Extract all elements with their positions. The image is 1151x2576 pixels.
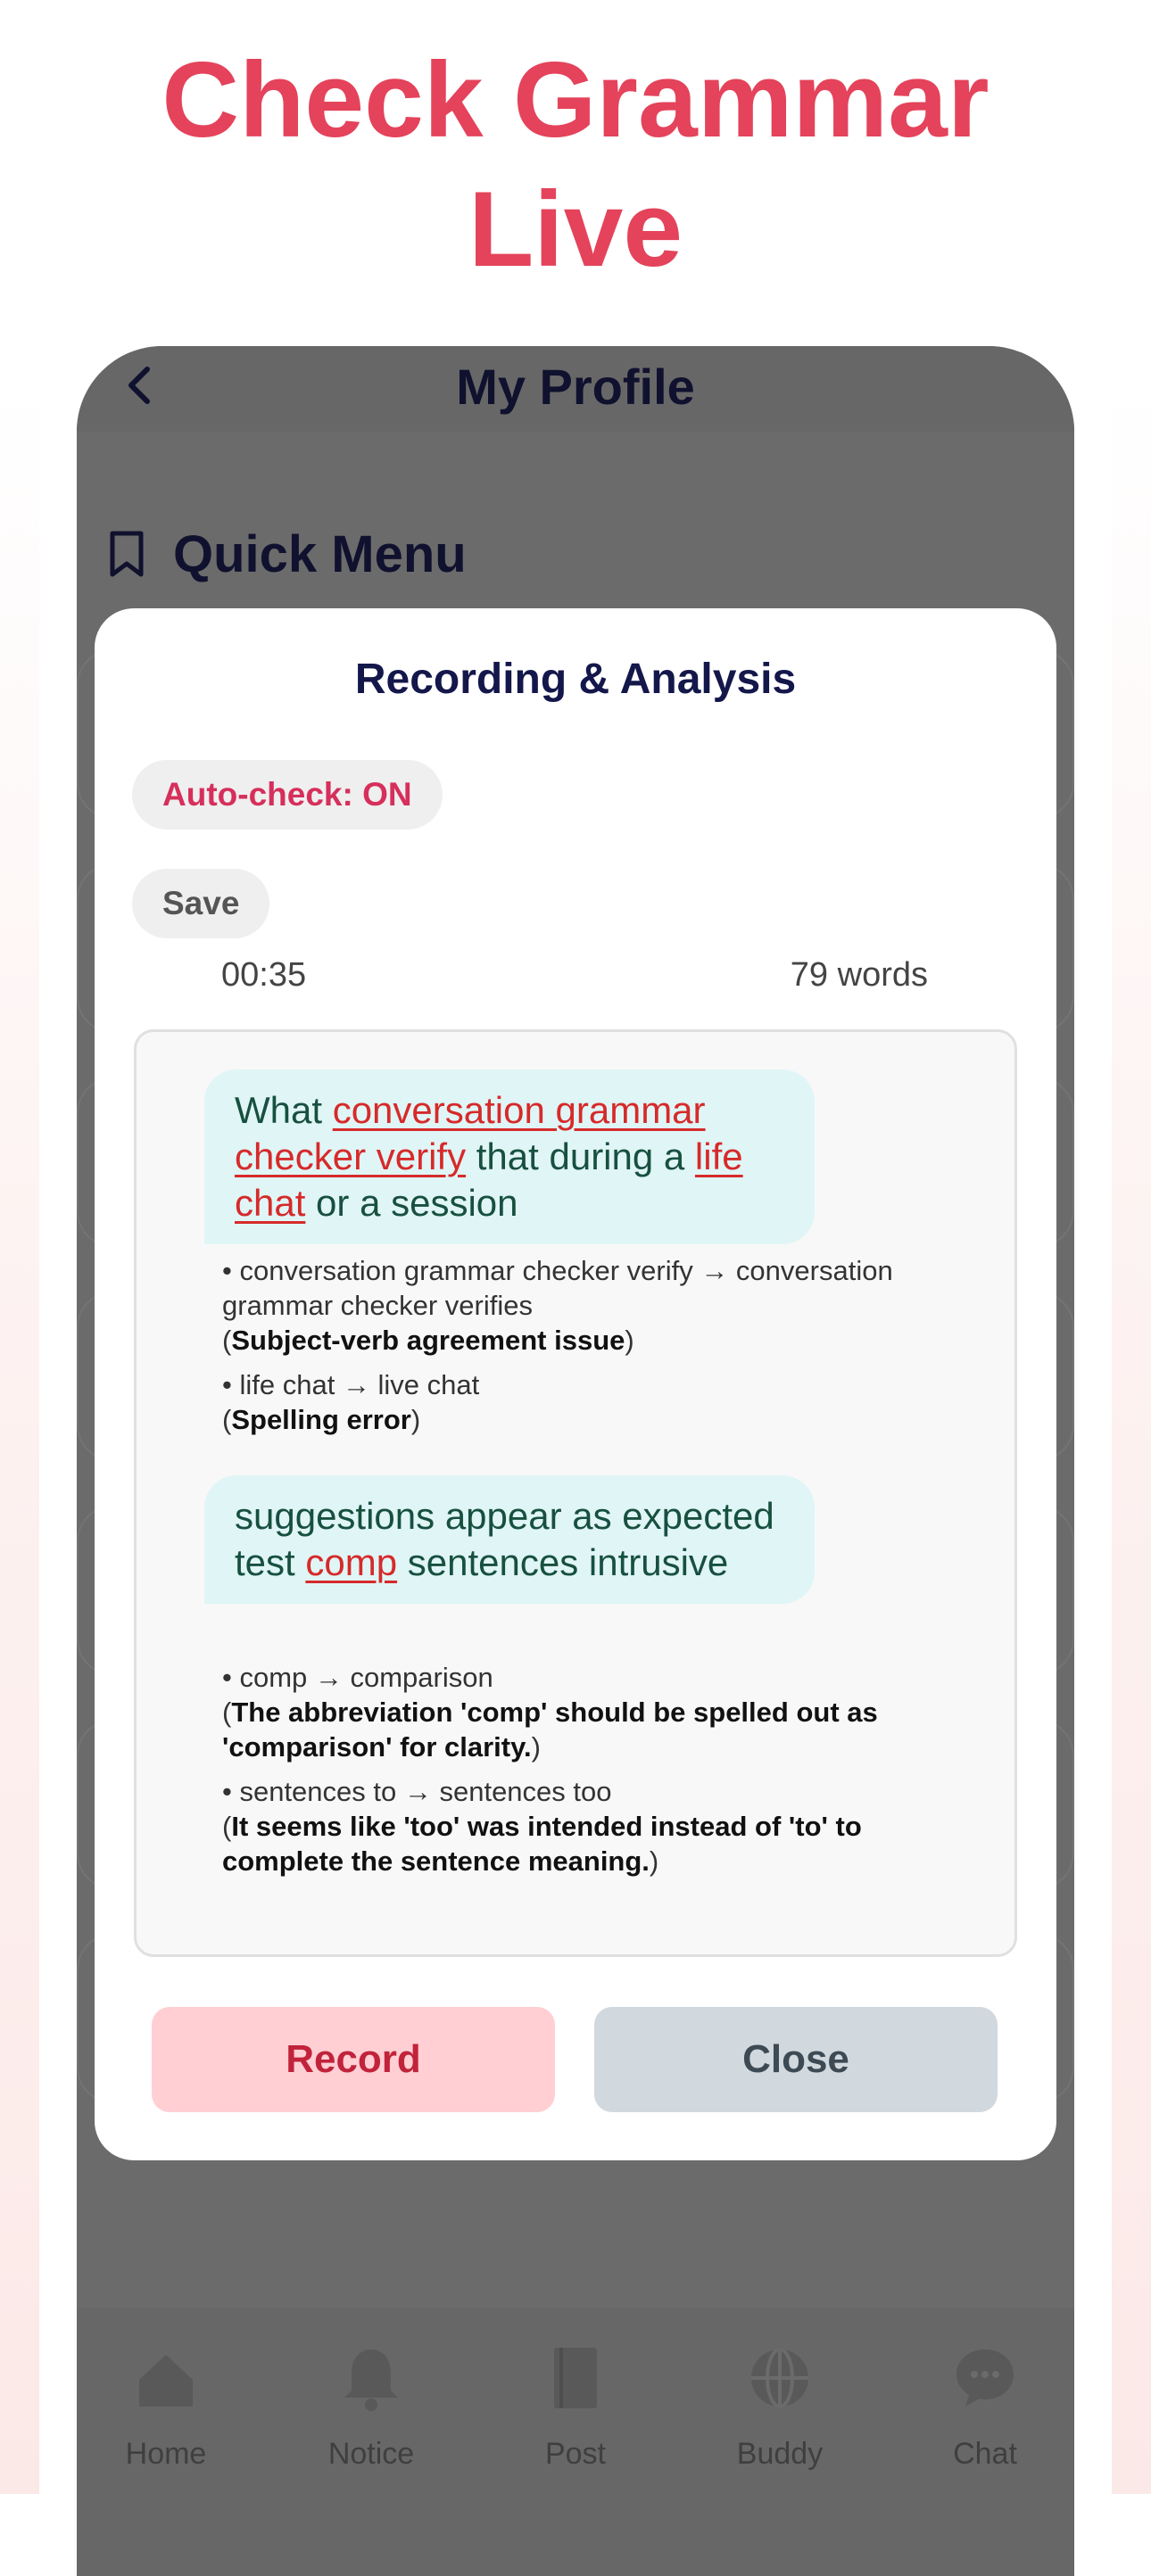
correction-reason: Spelling error [231, 1404, 411, 1435]
correction-item: • life chat → live chat (Spelling error) [222, 1369, 480, 1435]
transcript-text: or a session [305, 1182, 518, 1224]
recording-analysis-dialog: Recording & Analysis Auto-check: ON Save… [95, 608, 1056, 2160]
recording-timer: 00:35 [221, 956, 307, 994]
chat-bubble-icon [956, 2349, 1014, 2407]
background-tint-left [0, 384, 39, 2494]
nav-item-notice[interactable]: Notice [300, 2344, 443, 2472]
transcript-text: that during a [466, 1135, 695, 1177]
promo-headline-line2: Live [468, 169, 683, 289]
transcript-bubble: What conversation grammar checker verify… [204, 1069, 815, 1244]
page-title: My Profile [456, 359, 695, 415]
record-button[interactable]: Record [152, 2007, 555, 2112]
correction-reason: Subject-verb agreement issue [231, 1325, 625, 1356]
correction-change: • comp → comparison [222, 1662, 493, 1693]
globe-icon [751, 2348, 808, 2408]
auto-check-toggle[interactable]: Auto-check: ON [132, 760, 443, 830]
nav-item-home[interactable]: Home [95, 2344, 237, 2472]
quick-menu-label: Quick Menu [173, 525, 467, 583]
correction-item: • sentences to → sentences too (It seems … [222, 1776, 862, 1877]
correction-reason: It seems like 'too' was intended instead… [222, 1811, 862, 1877]
nav-item-buddy[interactable]: Buddy [708, 2344, 851, 2472]
nav-item-chat[interactable]: Chat [914, 2344, 1056, 2472]
transcript-text: sentences intrusive [397, 1541, 729, 1583]
transcript-bubble: suggestions appear as expected test comp… [204, 1475, 815, 1604]
transcript-panel[interactable]: What conversation grammar checker verify… [134, 1029, 1017, 1957]
transcript-text: What [235, 1089, 333, 1131]
close-button[interactable]: Close [594, 2007, 998, 2112]
correction-change: • life chat → live chat [222, 1369, 480, 1400]
correction-change: • conversation grammar checker verify → … [222, 1255, 893, 1321]
correction-reason: The abbreviation 'comp' should be spelle… [222, 1697, 878, 1763]
bookmark-icon [110, 531, 144, 576]
correction-item: • conversation grammar checker verify → … [222, 1255, 893, 1356]
word-count: 79 words [790, 956, 928, 994]
grammar-error-highlight[interactable]: comp [305, 1541, 397, 1583]
nav-label-notice: Notice [327, 2437, 415, 2471]
promo-headline-line1: Check Grammar [161, 40, 990, 160]
nav-item-post[interactable]: Post [504, 2344, 647, 2472]
bell-icon [344, 2349, 398, 2411]
bottom-nav: Home Notice Post Buddy Chat [77, 2308, 1074, 2576]
app-header: My Profile [77, 346, 1074, 432]
book-icon [554, 2348, 597, 2408]
nav-label-post: Post [544, 2437, 607, 2471]
background-tint-right [1112, 384, 1151, 2494]
dialog-title: Recording & Analysis [354, 656, 797, 703]
quick-menu-heading: Quick Menu [107, 524, 467, 584]
correction-change: • sentences to → sentences too [222, 1776, 612, 1807]
promo-headline: Check Grammar Live [0, 36, 1151, 294]
save-button[interactable]: Save [132, 869, 270, 938]
home-icon [139, 2355, 193, 2407]
correction-item: • comp → comparison (The abbreviation 'co… [222, 1662, 878, 1763]
nav-label-home: Home [125, 2437, 207, 2471]
nav-label-chat: Chat [953, 2437, 1017, 2471]
nav-label-buddy: Buddy [736, 2437, 824, 2471]
